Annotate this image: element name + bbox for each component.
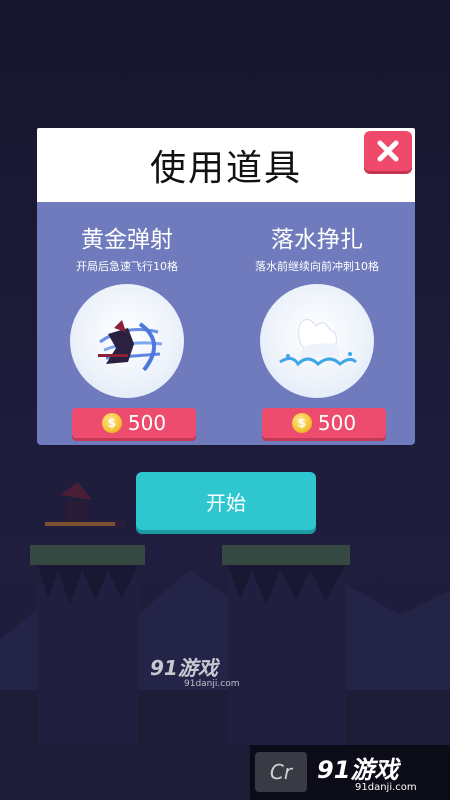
start-button-label: 开始 (206, 490, 246, 515)
water-splash-icon (260, 284, 374, 398)
coin-icon: $ (291, 413, 312, 433)
start-button[interactable]: 开始 (136, 472, 316, 530)
use-items-dialog: 使用道具 黄金弹射 开局后急速飞行10格 $ 500 落水挣扎 落水前继续向前冲… (37, 128, 415, 445)
price: 500 (127, 411, 167, 435)
watermark-badge: Cr (255, 752, 307, 792)
buy-golden-launch-button[interactable]: $ 500 (72, 408, 196, 438)
item-name: 落水挣扎 (271, 227, 363, 253)
item-golden-launch: 黄金弹射 开局后急速飞行10格 $ 500 (37, 220, 217, 438)
price: 500 (317, 411, 357, 435)
watermark-brand: 91游戏 (150, 656, 218, 680)
center-watermark: 91游戏 91danji.com (150, 652, 270, 692)
dialog-header: 使用道具 (37, 128, 415, 202)
watermark-url: 91danji.com (184, 679, 240, 689)
dialog-body: 黄金弹射 开局后急速飞行10格 $ 500 落水挣扎 落水前继续向前冲刺10格 … (37, 202, 415, 445)
item-water-struggle: 落水挣扎 落水前继续向前冲刺10格 $ 500 (227, 220, 407, 438)
flying-character-icon (70, 284, 184, 398)
dialog-title: 使用道具 (149, 148, 302, 189)
watermark-brand: 91游戏 (317, 756, 399, 784)
item-description: 开局后急速飞行10格 (76, 260, 178, 273)
close-icon (377, 140, 399, 162)
buy-water-struggle-button[interactable]: $ 500 (262, 408, 386, 438)
corner-watermark: Cr 91游戏 91danji.com (255, 748, 445, 798)
watermark-url: 91danji.com (355, 782, 417, 793)
coin-icon: $ (101, 413, 122, 433)
item-name: 黄金弹射 (81, 227, 173, 253)
close-button[interactable] (364, 131, 412, 171)
item-description: 落水前继续向前冲刺10格 (255, 260, 379, 273)
